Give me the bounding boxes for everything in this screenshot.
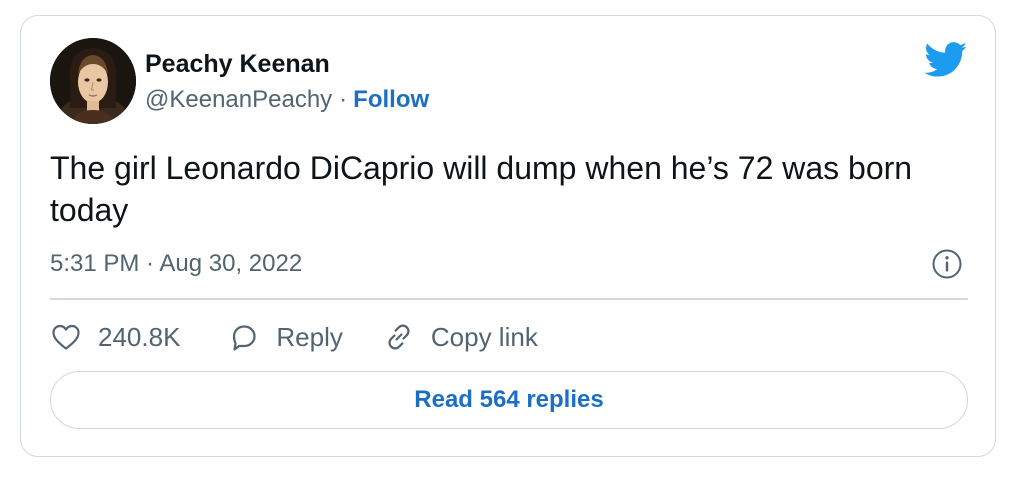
copy-link-label: Copy link xyxy=(430,321,538,352)
reply-button[interactable]: Reply xyxy=(228,321,343,353)
heart-icon xyxy=(52,324,80,350)
like-button[interactable]: 240.8K xyxy=(50,321,180,353)
separator-dot: · xyxy=(339,86,348,113)
reply-label: Reply xyxy=(276,321,343,352)
follow-button[interactable]: Follow xyxy=(353,86,429,113)
action-bar: 240.8K Reply Copy link xyxy=(50,319,538,355)
info-icon[interactable] xyxy=(931,248,963,280)
link-icon xyxy=(388,324,410,350)
tweet-timestamp[interactable]: 5:31 PM · Aug 30, 2022 xyxy=(50,249,302,279)
author-handle-line: @KeenanPeachy · Follow xyxy=(145,85,429,115)
copy-link-button[interactable]: Copy link xyxy=(383,321,538,353)
speech-bubble-icon xyxy=(233,325,257,351)
author-handle[interactable]: @KeenanPeachy xyxy=(145,86,332,113)
tweet-card: Peachy Keenan @KeenanPeachy · Follow The g… xyxy=(20,15,996,457)
twitter-bird-icon[interactable] xyxy=(924,42,968,78)
divider xyxy=(50,298,968,300)
author-name[interactable]: Peachy Keenan xyxy=(145,49,330,79)
avatar[interactable] xyxy=(50,38,136,124)
like-count: 240.8K xyxy=(98,321,181,352)
read-replies-button[interactable]: Read 564 replies xyxy=(50,371,968,429)
portrait-image xyxy=(50,38,136,124)
tweet-text: The girl Leonardo DiCaprio will dump whe… xyxy=(50,150,913,228)
